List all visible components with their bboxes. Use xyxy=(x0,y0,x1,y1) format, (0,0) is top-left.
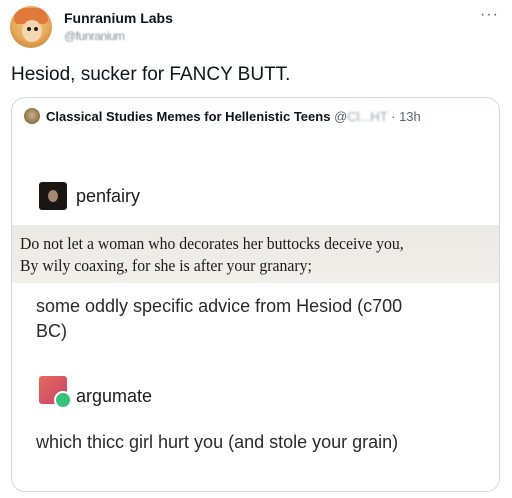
penfairy-comment-line-2: BC) xyxy=(36,321,67,341)
penfairy-username: penfairy xyxy=(76,186,141,206)
argumate-username: argumate xyxy=(76,386,153,406)
quoted-timestamp[interactable]: 13h xyxy=(399,109,421,124)
quoted-account-handle-obscured[interactable]: Cl...HT xyxy=(347,109,387,124)
argumate-comment: which thicc girl hurt you (and stole you… xyxy=(36,432,399,452)
author-handle[interactable]: @funranium xyxy=(64,29,125,43)
quoted-separator: · xyxy=(391,109,396,124)
author-avatar[interactable] xyxy=(10,6,52,48)
hesiod-quote-line-2: By wily coaxing, for she is after your g… xyxy=(20,256,312,275)
hesiod-quote-line-1: Do not let a woman who decorates her but… xyxy=(20,234,404,253)
quoted-account-handle-prefix[interactable]: @ xyxy=(334,109,347,124)
penfairy-avatar-figure xyxy=(48,190,58,202)
avatar-eye-right xyxy=(34,27,38,31)
argumate-avatar xyxy=(39,376,72,409)
avatar-eye-left xyxy=(27,27,31,31)
quoted-tweet-header: Classical Studies Memes for Hellenistic … xyxy=(46,109,421,124)
quoted-account-avatar[interactable] xyxy=(24,108,40,124)
penfairy-comment-line-1: some oddly specific advice from Hesiod (… xyxy=(36,296,403,316)
tweet-text: Hesiod, sucker for FANCY BUTT. xyxy=(11,64,291,85)
author-name[interactable]: Funranium Labs xyxy=(64,10,173,26)
avatar-face xyxy=(22,20,42,42)
more-options-icon[interactable]: ··· xyxy=(480,6,499,24)
hesiod-quote-snippet: Do not let a woman who decorates her but… xyxy=(12,225,499,283)
quoted-account-name[interactable]: Classical Studies Memes for Hellenistic … xyxy=(46,109,330,124)
penfairy-avatar xyxy=(39,182,67,210)
quoted-tweet-card[interactable]: Classical Studies Memes for Hellenistic … xyxy=(11,97,500,492)
reblog-badge-icon xyxy=(54,391,72,409)
